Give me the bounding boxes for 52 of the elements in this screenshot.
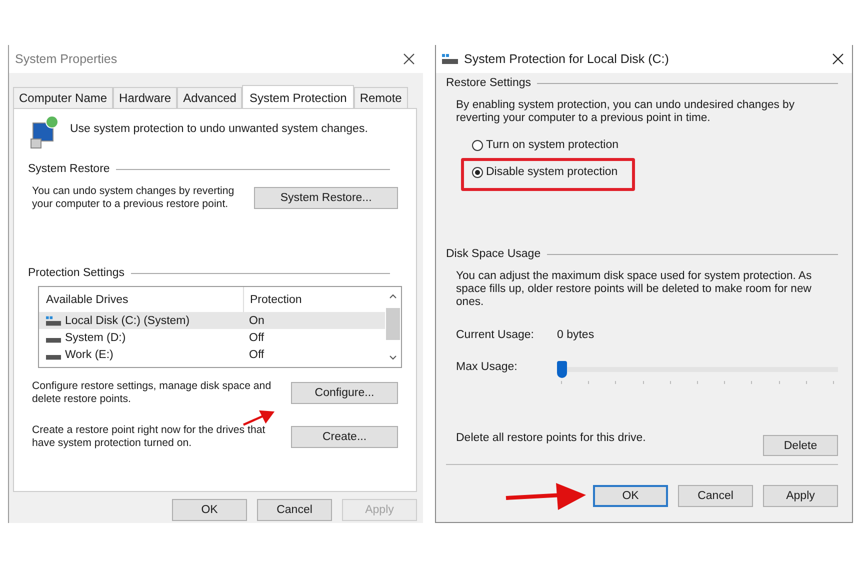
system-drive-icon: [46, 316, 61, 326]
drive-name: System (D:): [65, 332, 126, 344]
configure-button[interactable]: Configure...: [291, 382, 398, 404]
description-text: You can undo system changes by reverting your computer to a previous restore point.: [32, 185, 236, 211]
description-text: Configure restore settings, manage disk space and delete restore points.: [32, 380, 272, 406]
tab[interactable]: Remote: [354, 87, 408, 108]
computer-icon: [30, 115, 60, 149]
group-heading: Restore Settings: [446, 77, 532, 89]
group-heading: System Restore: [28, 163, 110, 175]
tab[interactable]: Advanced: [177, 87, 242, 108]
dialog-button[interactable]: OK: [593, 485, 668, 507]
drive-row[interactable]: Work (E:) Off: [39, 346, 385, 363]
field-label: Max Usage:: [456, 361, 518, 373]
drive-row[interactable]: Local Disk (C:) (System) On: [39, 312, 385, 329]
drive-row[interactable]: System (D:) Off: [39, 329, 385, 346]
close-icon[interactable]: [403, 53, 415, 65]
field-label: Current Usage:: [456, 329, 535, 341]
scroll-up-icon[interactable]: [389, 294, 397, 299]
tab[interactable]: Hardware: [113, 87, 178, 108]
radio-button[interactable]: [472, 140, 483, 150]
slider-thumb[interactable]: [557, 361, 567, 378]
radio-button[interactable]: [472, 166, 483, 178]
description-text: Delete all restore points for this drive.: [456, 432, 646, 446]
description-text: You can adjust the maximum disk space used for system protection. As space fills up, older restore points will be deleted to make room for new ones.: [456, 270, 813, 309]
usage-value: 0 bytes: [557, 329, 594, 341]
window-title: System Properties: [15, 52, 118, 66]
description-text: By enabling system protection, you can undo undesired changes by reverting your computer to a previous point in time.: [456, 99, 796, 125]
dialog-button[interactable]: Apply: [763, 485, 838, 507]
column-header[interactable]: Protection: [244, 294, 302, 306]
protection-status: On: [248, 314, 264, 326]
close-icon[interactable]: [832, 53, 844, 65]
tab[interactable]: System Protection: [242, 85, 354, 109]
drive-name: Local Disk (C:) (System): [65, 314, 190, 326]
intro-text: Use system protection to undo unwanted system changes.: [70, 122, 368, 135]
radio-option[interactable]: Turn on system protection: [472, 139, 619, 151]
radio-option[interactable]: Disable system protection: [472, 166, 618, 178]
tab[interactable]: Computer Name: [13, 87, 114, 108]
dialog-button[interactable]: OK: [172, 499, 247, 521]
drive-name: Work (E:): [65, 348, 114, 360]
system-restore-button[interactable]: System Restore...: [254, 187, 398, 209]
system-drive-icon: [442, 54, 458, 64]
dialog-button[interactable]: Cancel: [678, 485, 753, 507]
delete-button[interactable]: Delete: [763, 435, 838, 456]
group-heading: Protection Settings: [28, 267, 125, 279]
protection-status: Off: [248, 332, 264, 344]
description-text: Create a restore point right now for the drives that have system protection turned on.: [32, 424, 266, 450]
create-button[interactable]: Create...: [291, 426, 398, 448]
protection-status: Off: [248, 348, 264, 360]
window-title: System Protection for Local Disk (C:): [464, 52, 670, 66]
scroll-down-icon[interactable]: [389, 355, 397, 360]
group-heading: Disk Space Usage: [446, 248, 541, 260]
dialog-button[interactable]: Cancel: [257, 499, 332, 521]
